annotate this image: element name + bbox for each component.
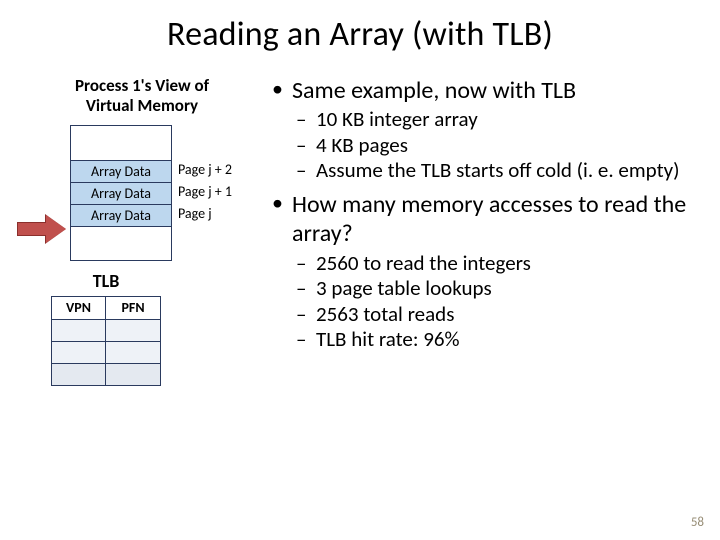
bullet-1: Same example, now with TLB 10 KB integer… [270, 76, 710, 184]
bullet-1-text: Same example, now with TLB [292, 76, 576, 105]
mem-row-empty-bottom [71, 226, 171, 260]
bullet-list: Same example, now with TLB 10 KB integer… [270, 76, 710, 353]
page-label: Page j + 2 [178, 161, 232, 178]
tlb-row [52, 341, 160, 363]
tlb-cell [106, 363, 160, 385]
mem-row: Array Data [71, 204, 171, 226]
tlb-block: TLB VPN PFN [36, 270, 176, 386]
sub-bullet: 10 KB integer array [292, 107, 710, 133]
bullet-2-text: How many memory accesses to read the arr… [292, 190, 686, 248]
tlb-cell [52, 341, 106, 363]
tlb-row [52, 363, 160, 385]
mem-row-empty-top [71, 126, 171, 160]
right-column: Same example, now with TLB 10 KB integer… [270, 76, 710, 359]
caption-line-1: Process 1's View of [75, 75, 209, 96]
sub-bullet: 3 page table lookups [292, 276, 710, 302]
sub-bullet: TLB hit rate: 96% [292, 327, 710, 353]
page-label: Page j [178, 205, 212, 222]
sub-bullet: 2560 to read the integers [292, 251, 710, 277]
tlb-title: TLB [36, 270, 176, 292]
mem-row: Array Data [71, 182, 171, 204]
tlb-cell [52, 363, 106, 385]
pointer-arrow-icon [17, 217, 67, 241]
tlb-header-vpn: VPN [52, 297, 106, 319]
page-number: 58 [691, 515, 704, 530]
tlb-row [52, 319, 160, 341]
tlb-header-row: VPN PFN [52, 297, 160, 319]
sub-bullet: 2563 total reads [292, 302, 710, 328]
sub-bullet: 4 KB pages [292, 133, 710, 159]
tlb-table: VPN PFN [51, 296, 161, 386]
sub-bullet: Assume the TLB starts off cold (i. e. em… [292, 158, 710, 184]
page-label: Page j + 1 [178, 183, 232, 200]
bullet-2-sublist: 2560 to read the integers 3 page table l… [292, 251, 710, 353]
memory-caption: Process 1's View of Virtual Memory [12, 76, 272, 115]
memory-diagram: Array Data Array Data Array Data Page j … [12, 125, 272, 275]
tlb-cell [106, 341, 160, 363]
tlb-header-pfn: PFN [106, 297, 160, 319]
tlb-cell [52, 319, 106, 341]
mem-row: Array Data [71, 160, 171, 182]
memory-stack: Array Data Array Data Array Data [70, 125, 172, 261]
left-column: Process 1's View of Virtual Memory Array… [12, 76, 272, 275]
bullet-2: How many memory accesses to read the arr… [270, 190, 710, 353]
bullet-1-sublist: 10 KB integer array 4 KB pages Assume th… [292, 107, 710, 184]
caption-line-2: Virtual Memory [86, 95, 198, 116]
tlb-cell [106, 319, 160, 341]
slide-title: Reading an Array (with TLB) [0, 0, 720, 55]
